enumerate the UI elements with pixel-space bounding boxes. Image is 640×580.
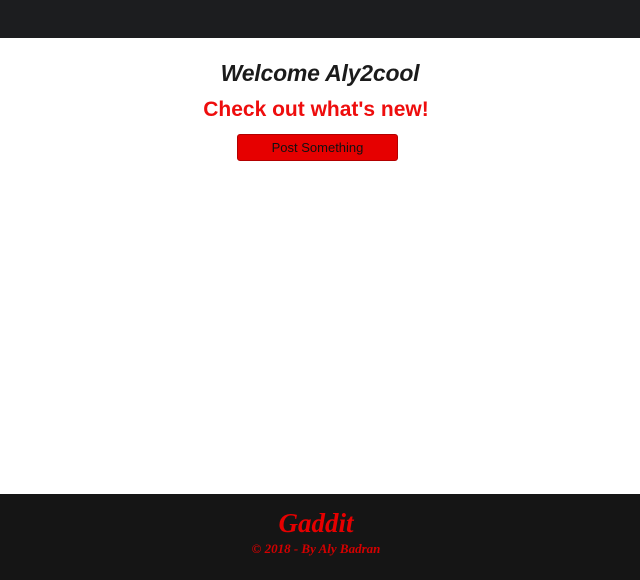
top-navbar [0,0,640,38]
footer-brand: Gaddit [278,508,354,538]
page-footer: Gaddit © 2018 - By Aly Badran [0,494,640,580]
footer-copyright: © 2018 - By Aly Badran [251,541,381,556]
main-content: Welcome Aly2cool Check out what's new! P… [0,38,640,494]
whats-new-heading: Check out what's new! [203,98,429,121]
post-something-button[interactable]: Post Something [237,134,398,161]
welcome-heading: Welcome Aly2cool [220,60,420,86]
